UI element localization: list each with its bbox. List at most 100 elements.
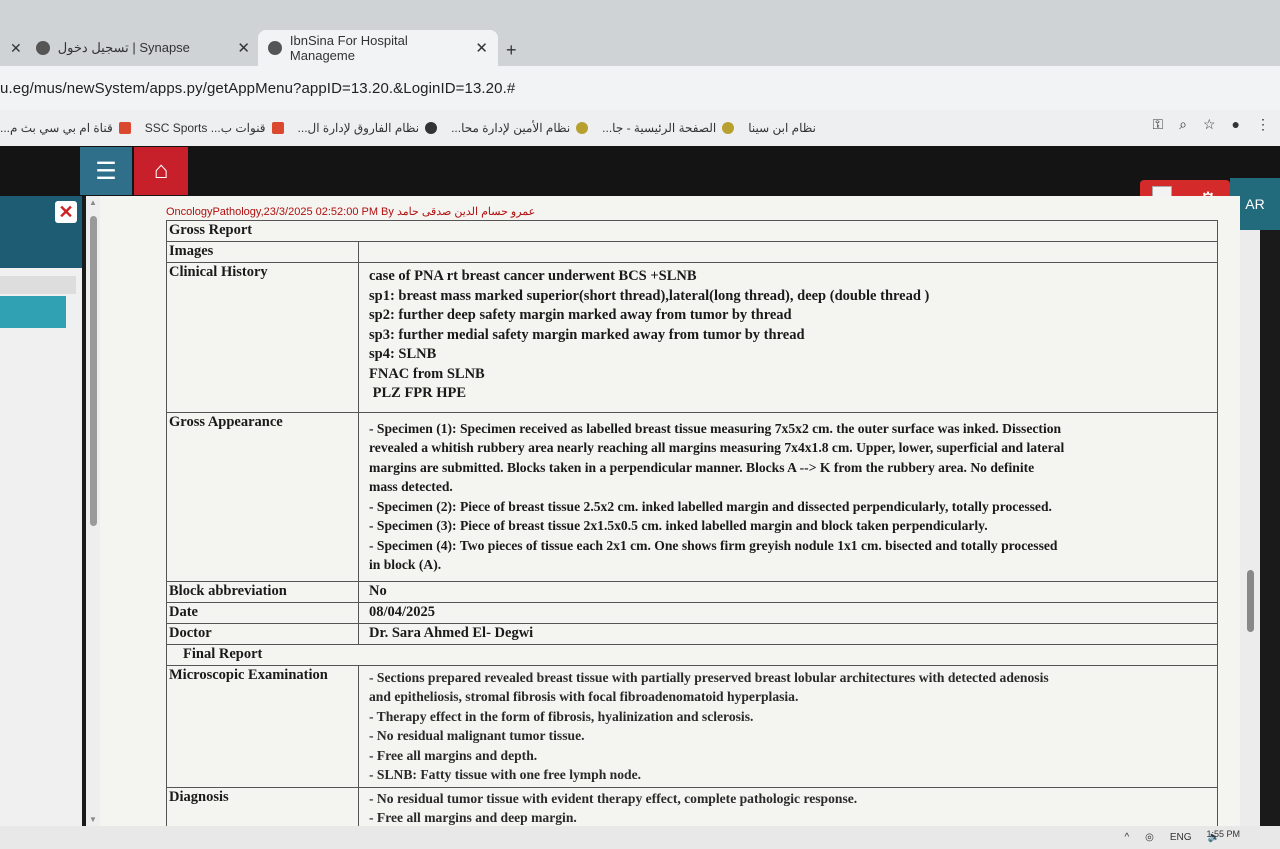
section-header-gross-report: Gross Report <box>166 220 1218 242</box>
text-line: case of PNA rt breast cancer underwent B… <box>369 268 697 284</box>
doctor-label: Doctor <box>166 622 359 645</box>
text-line: mass detected. <box>369 479 453 494</box>
bookmark-item[interactable]: الصفحة الرئيسية - جا... <box>602 121 735 135</box>
more-icon[interactable]: ⋮ <box>1256 116 1270 133</box>
doctor-value: Dr. Sara Ahmed El- Degwi <box>358 622 1218 645</box>
table-row: Gross Report <box>166 220 1218 242</box>
table-row: Doctor Dr. Sara Ahmed El- Degwi <box>166 622 1218 645</box>
scroll-down-icon[interactable]: ▼ <box>89 815 97 824</box>
hamburger-icon: ☰ <box>95 157 117 185</box>
bookmarks-bar: نظام ابن سينا الصفحة الرئيسية - جا... نظ… <box>0 110 1280 146</box>
tab-synapse[interactable]: ✕ تسجيل دخول | Synapse ✕ <box>0 30 260 66</box>
table-row: Gross Appearance - Specimen (1): Specime… <box>166 411 1218 582</box>
text-line: - Specimen (4): Two pieces of tissue eac… <box>369 537 1058 553</box>
browser-tab-strip: ✕ تسجيل دخول | Synapse ✕ IbnSina For Hos… <box>0 0 1280 66</box>
bookmark-item[interactable]: نظام الفاروق لإدارة ال... <box>298 121 438 135</box>
microscopic-examination-label: Microscopic Examination <box>166 664 359 788</box>
table-row: Microscopic Examination - Sections prepa… <box>166 664 1218 788</box>
table-row: Final Report <box>166 643 1218 666</box>
e-icon <box>271 122 284 134</box>
table-row: Diagnosis - No residual tumor tissue wit… <box>166 786 1218 830</box>
text-line: - Specimen (1): Specimen received as lab… <box>369 420 1062 436</box>
globe-icon <box>268 41 282 55</box>
table-row: Images <box>166 241 1218 263</box>
text-line: and epitheliosis, stromal fibrosis with … <box>369 689 799 704</box>
text-line: - Therapy effect in the form of fibrosis… <box>369 708 754 724</box>
date-label: Date <box>166 601 359 624</box>
text-line: - No residual malignant tumor tissue. <box>369 728 585 743</box>
diagnosis-value: - No residual tumor tissue with evident … <box>358 786 1218 830</box>
clinical-history-value: case of PNA rt breast cancer underwent B… <box>358 262 1218 413</box>
scroll-up-icon[interactable]: ▲ <box>89 198 97 207</box>
block-abbreviation-label: Block abbreviation <box>166 580 359 603</box>
zoom-icon[interactable]: ⌕ <box>1179 116 1187 133</box>
globe-icon <box>35 41 50 55</box>
text-line: FNAC from SLNB <box>369 365 485 382</box>
home-button[interactable]: ⌂ <box>134 147 188 195</box>
pathology-report-table: Gross Report Images Clinical History cas… <box>166 220 1218 830</box>
close-tab-icon[interactable]: ✕ <box>237 39 250 57</box>
text-line: margins are submitted. Blocks taken in a… <box>369 459 1035 475</box>
text-line: - Specimen (3): Piece of breast tissue 2… <box>369 518 988 533</box>
gross-appearance-value: - Specimen (1): Specimen received as lab… <box>358 411 1218 582</box>
block-abbreviation-value: No <box>358 580 1218 603</box>
new-tab-icon[interactable]: + <box>506 40 517 61</box>
site-icon <box>576 122 589 134</box>
bookmark-item[interactable]: نظام ابن سينا <box>748 121 816 135</box>
profile-icon[interactable]: ● <box>1232 116 1240 133</box>
menu-button[interactable]: ☰ <box>80 147 132 195</box>
gross-appearance-label: Gross Appearance <box>166 411 359 582</box>
main-scrollbar[interactable] <box>1240 230 1260 826</box>
images-label: Images <box>166 241 359 263</box>
text-line: sp3: further medial safety margin marked… <box>369 326 805 343</box>
browser-actions: ⚿ ⌕ ☆ ● ⋮ <box>1152 116 1270 133</box>
date-value: 08/04/2025 <box>358 601 1218 624</box>
globe-icon <box>425 122 438 134</box>
text-line: in block (A). <box>369 557 442 572</box>
chevron-up-icon[interactable]: ^ <box>1124 832 1129 843</box>
tab-ibnsina[interactable]: IbnSina For Hospital Manageme ✕ <box>258 30 498 66</box>
text-line: - Sections prepared revealed breast tiss… <box>369 669 1049 685</box>
bookmark-item[interactable]: نظام الأمين لإدارة محا... <box>451 121 589 135</box>
microscopic-examination-value: - Sections prepared revealed breast tiss… <box>358 664 1218 788</box>
app-header <box>0 146 1280 196</box>
text-line: - Specimen (2): Piece of breast tissue 2… <box>369 498 1052 514</box>
scrollbar-thumb[interactable] <box>90 216 97 526</box>
text-line: sp4: SLNB <box>369 346 437 362</box>
text-line: - Free all margins and deep margin. <box>369 810 577 825</box>
e-icon <box>118 122 131 134</box>
images-value <box>358 241 1218 263</box>
address-bar[interactable]: u.eg/mus/newSystem/apps.py/getAppMenu?ap… <box>0 66 1280 110</box>
text-line: PLZ FPR HPE <box>369 385 467 401</box>
clinical-history-label: Clinical History <box>166 262 359 413</box>
bookmark-item[interactable]: قناة ام بي سي بث م... <box>0 121 131 135</box>
sidebar-scrollbar[interactable]: ▲ ▼ <box>86 196 100 826</box>
diagnosis-label: Diagnosis <box>166 786 359 830</box>
table-row: Block abbreviation No <box>166 580 1218 603</box>
text-line: revealed a whitish rubbery area nearly r… <box>369 440 1065 455</box>
os-taskbar: ^ ◎ ENG 🔈 1:55 PM <box>0 826 1280 849</box>
network-icon[interactable]: ◎ <box>1145 832 1154 843</box>
text-line: sp2: further deep safety margin marked a… <box>369 307 792 323</box>
table-row: Date 08/04/2025 <box>166 601 1218 624</box>
scrollbar-thumb[interactable] <box>1247 570 1254 632</box>
close-icon[interactable]: ✕ <box>55 201 77 223</box>
close-icon[interactable]: ✕ <box>10 40 22 57</box>
sidebar-item-active[interactable] <box>0 296 66 328</box>
url-text[interactable]: u.eg/mus/newSystem/apps.py/getAppMenu?ap… <box>0 80 515 97</box>
text-line: - Free all margins and depth. <box>369 747 538 763</box>
table-row: Clinical History case of PNA rt breast c… <box>166 262 1218 413</box>
bookmark-item[interactable]: قنوات ب... SSC Sports <box>145 121 284 135</box>
report-stamp: OncologyPathology,23/3/2025 02:52:00 PM … <box>166 206 536 218</box>
sidebar-item[interactable] <box>0 276 76 294</box>
home-icon: ⌂ <box>153 157 169 184</box>
site-icon <box>722 122 735 134</box>
tab-title: تسجيل دخول | Synapse <box>57 40 190 55</box>
section-header-final-report: Final Report <box>166 643 1218 666</box>
close-tab-icon[interactable]: ✕ <box>475 39 488 57</box>
language-indicator[interactable]: ENG <box>1170 832 1192 843</box>
clock[interactable]: 1:55 PM <box>1206 829 1240 839</box>
key-icon[interactable]: ⚿ <box>1152 116 1163 133</box>
text-line: sp1: breast mass marked superior(short t… <box>369 287 930 304</box>
star-icon[interactable]: ☆ <box>1203 116 1216 133</box>
